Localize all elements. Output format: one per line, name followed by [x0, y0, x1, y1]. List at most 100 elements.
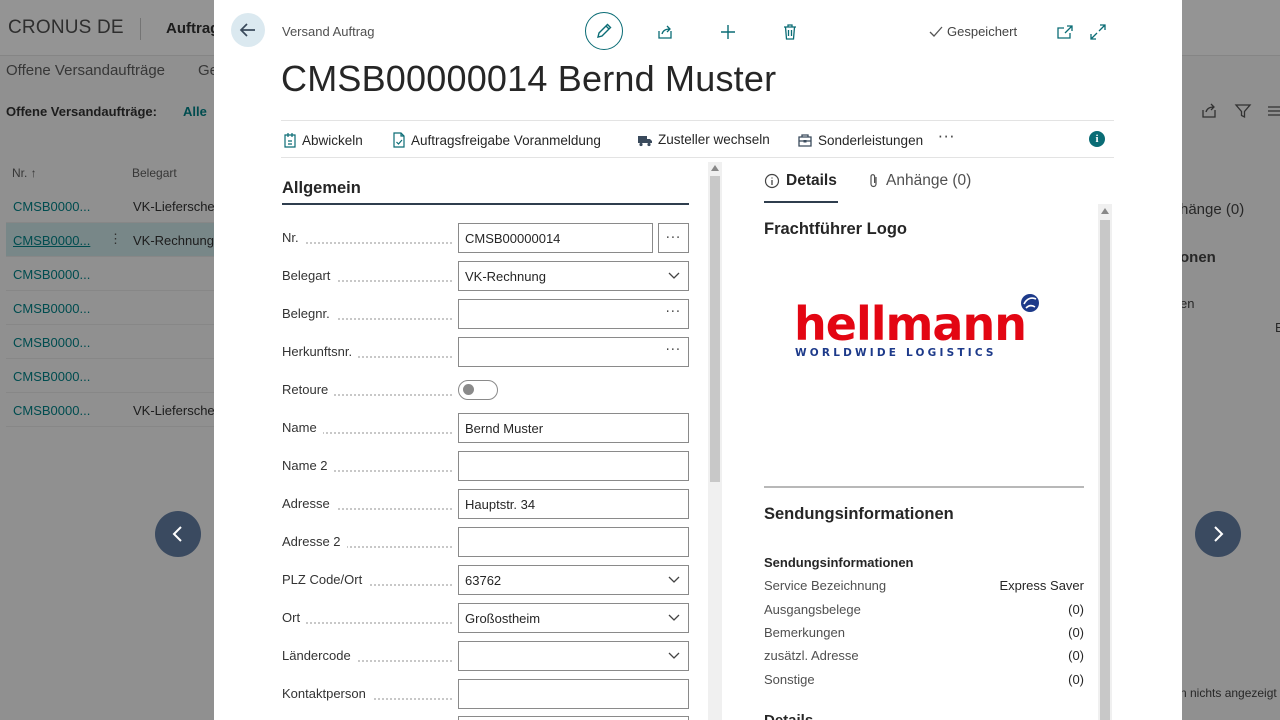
laendercode-select[interactable] [458, 641, 689, 671]
herkunftsnr-input[interactable]: ··· [458, 337, 689, 367]
document-check-icon [393, 132, 405, 148]
chevron-right-icon [1214, 526, 1224, 542]
delete-button[interactable] [779, 21, 801, 43]
factbox-value: Express Saver [999, 578, 1084, 593]
info-icon[interactable]: i [1089, 131, 1105, 147]
scroll-up-icon[interactable] [711, 165, 719, 171]
factbox-key: zusätzl. Adresse [764, 648, 859, 663]
factbox-scrollbar[interactable] [1098, 204, 1112, 720]
truck-icon [638, 135, 652, 146]
field-adresse2: Adresse 2 [282, 527, 689, 557]
tab-label: Details [786, 172, 837, 189]
field-belegart: Belegart VK-Rechnung [282, 261, 689, 291]
factbox-key: Ausgangsbelege [764, 602, 861, 617]
shipment-info-subheading: Sendungsinformationen [764, 555, 914, 570]
tab-details[interactable]: Details [764, 172, 837, 190]
arrow-left-icon [239, 23, 255, 37]
field-value: Bernd Muster [465, 421, 544, 436]
next-record-button[interactable] [1195, 511, 1241, 557]
name-input[interactable]: Bernd Muster [458, 413, 689, 443]
action-special-services-button[interactable]: Sonderleistungen [797, 132, 923, 148]
belegnr-input[interactable]: ··· [458, 299, 689, 329]
field-herkunftsnr: Herkunftsnr. ··· [282, 337, 689, 367]
field-label: Belegart [282, 268, 337, 283]
field-label: Belegnr. [282, 306, 336, 321]
expand-button[interactable] [1087, 21, 1109, 43]
name2-input[interactable] [458, 451, 689, 481]
factbox-key: Bemerkungen [764, 625, 845, 640]
tab-label: Anhänge (0) [886, 172, 972, 189]
paperclip-icon [870, 174, 877, 188]
field-label: PLZ Code/Ort [282, 572, 369, 587]
details-heading-partial[interactable]: Details [764, 712, 813, 720]
open-in-new-window-icon [1057, 25, 1073, 39]
tab-attachments[interactable]: Anhänge (0) [868, 172, 971, 190]
factbox-value-link[interactable]: (0) [1068, 625, 1084, 640]
next-input[interactable] [458, 716, 689, 720]
chevron-down-icon [668, 576, 680, 583]
trash-icon [784, 24, 796, 40]
open-new-window-button[interactable] [1055, 22, 1075, 42]
more-actions-button[interactable]: ··· [938, 128, 955, 146]
field-label: Retoure [282, 382, 335, 397]
field-label: Ort [282, 610, 307, 625]
action-label: Sonderleistungen [818, 132, 924, 148]
scrollbar-thumb[interactable] [1100, 220, 1110, 720]
checkmark-icon [929, 26, 943, 37]
herkunftsnr-lookup-button[interactable]: ··· [666, 343, 681, 358]
section-general-heading[interactable]: Allgemein [282, 179, 361, 198]
nr-input[interactable]: CMSB00000014 [458, 223, 653, 253]
card-dialog: Versand Auftrag Gespeichert CMSB00000014… [214, 0, 1182, 720]
field-name: Name Bernd Muster [282, 413, 689, 443]
form-scrollbar[interactable] [708, 162, 722, 720]
share-button[interactable] [654, 21, 676, 43]
belegnr-lookup-button[interactable]: ··· [666, 305, 681, 320]
expand-icon [1090, 24, 1106, 40]
saved-status: Gespeichert [929, 24, 1017, 39]
factbox-key: Service Bezeichnung [764, 578, 887, 593]
chevron-down-icon [668, 652, 680, 659]
factbox-key: Sonstige [764, 672, 815, 687]
toggle-knob [463, 384, 474, 395]
shipment-info-heading[interactable]: Sendungsinformationen [764, 505, 954, 524]
scrollbar-thumb[interactable] [710, 176, 720, 482]
adresse2-input[interactable] [458, 527, 689, 557]
factbox-row: Ausgangsbelege (0) [764, 602, 1084, 622]
chevron-down-icon [668, 272, 680, 279]
nr-assist-button[interactable]: ··· [658, 223, 689, 253]
factbox-row: Sonstige (0) [764, 672, 1084, 692]
carrier-logo-heading[interactable]: Frachtführer Logo [764, 220, 907, 239]
ort-select[interactable]: Großostheim [458, 603, 689, 633]
carrier-logo: hellmann WORLDWIDE LOGISTICS [764, 260, 1084, 486]
factbox-value-link[interactable]: (0) [1068, 648, 1084, 663]
factbox-divider [764, 486, 1084, 488]
retoure-toggle[interactable] [458, 380, 498, 400]
field-value: Hauptstr. 34 [465, 497, 536, 512]
section-underline [282, 203, 689, 205]
action-release-button[interactable]: Auftragsfreigabe Voranmeldung [392, 132, 601, 148]
field-label: Kontaktperson [282, 686, 372, 701]
previous-record-button[interactable] [155, 511, 201, 557]
field-label: Nr. [282, 230, 305, 245]
field-ort: Ort Großostheim [282, 603, 689, 633]
new-button[interactable] [717, 21, 739, 43]
action-process-button[interactable]: Abwickeln [283, 132, 363, 148]
hellmann-logo-image: hellmann WORLDWIDE LOGISTICS [794, 294, 1039, 359]
saved-label: Gespeichert [947, 24, 1018, 39]
belegart-select[interactable]: VK-Rechnung [458, 261, 689, 291]
adresse-input[interactable]: Hauptstr. 34 [458, 489, 689, 519]
back-button[interactable] [231, 13, 265, 47]
factbox-value-link[interactable]: (0) [1068, 602, 1084, 617]
plz-select[interactable]: 63762 [458, 565, 689, 595]
field-name2: Name 2 [282, 451, 689, 481]
info-circle-icon [764, 173, 780, 189]
kontaktperson-input[interactable] [458, 679, 689, 709]
action-change-carrier-button[interactable]: Zusteller wechseln [637, 132, 770, 147]
scroll-up-icon[interactable] [1101, 208, 1109, 214]
field-adresse: Adresse Hauptstr. 34 [282, 489, 689, 519]
services-icon [798, 134, 812, 147]
factbox-row: Bemerkungen (0) [764, 625, 1084, 645]
edit-button[interactable] [585, 12, 623, 50]
factbox-value-link[interactable]: (0) [1068, 672, 1084, 687]
breadcrumb: Versand Auftrag [282, 24, 375, 39]
